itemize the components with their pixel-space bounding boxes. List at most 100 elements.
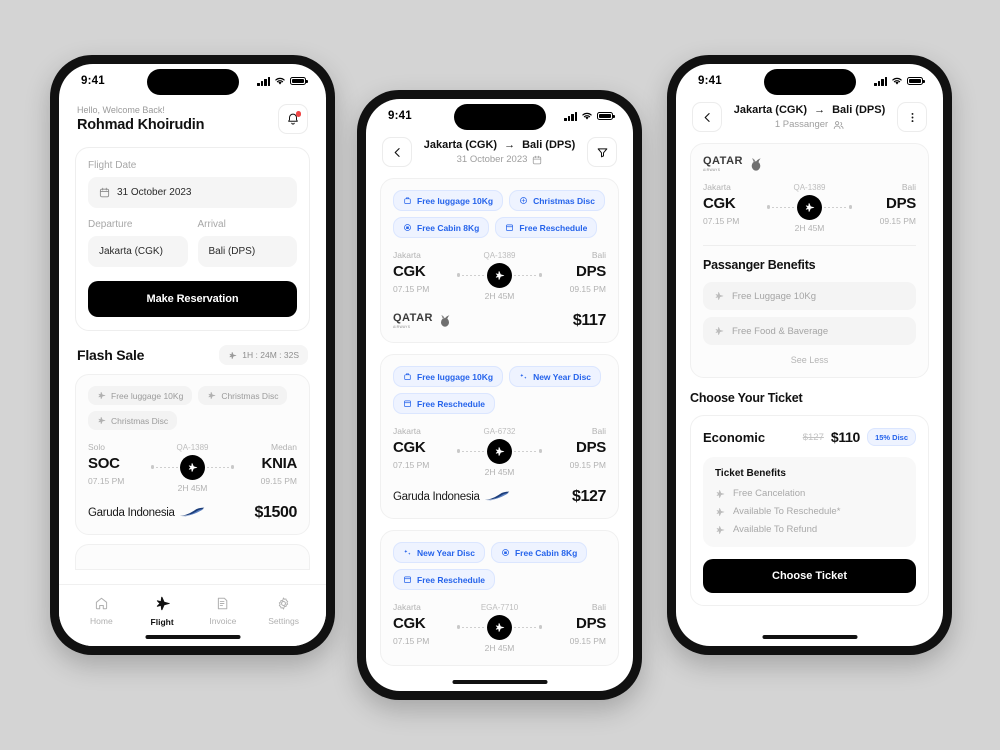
airline-subtext: AIRWAYS	[393, 325, 411, 329]
luggage-icon	[404, 373, 411, 380]
wifi-icon	[892, 77, 902, 85]
greeting-header: Hello, Welcome Back! Rohmad Khoirudin	[59, 98, 326, 134]
destination-time: 09.15 PM	[260, 476, 297, 486]
chip-label: Free Reschedule	[417, 398, 486, 409]
tab-invoice[interactable]: Invoice	[193, 596, 254, 626]
see-less-button[interactable]: See Less	[703, 355, 916, 365]
back-button[interactable]	[382, 137, 412, 167]
origin-city: Jakarta	[393, 426, 421, 436]
calendar-icon	[404, 400, 411, 407]
airline-subtext: AIRWAYS	[703, 168, 721, 172]
tab-home[interactable]: Home	[71, 596, 132, 626]
flash-sale-title: Flash Sale	[77, 347, 145, 363]
flight-card[interactable]: Free luggage 10Kg Christmas Disc Free Ca…	[380, 178, 619, 343]
flash-sale-card[interactable]: Free luggage 10Kg Christmas Disc Christm…	[75, 374, 310, 535]
choose-ticket-heading: Choose Your Ticket	[690, 391, 929, 405]
flight-benefit-chips: New Year Disc Free Cabin 8Kg Free Resche…	[393, 542, 606, 590]
plane-badge	[797, 194, 822, 220]
destination-code: DPS	[576, 615, 606, 632]
home-indicator	[762, 635, 857, 639]
luggage-icon	[404, 197, 411, 204]
arrival-input[interactable]: Bali (DPS)	[197, 236, 297, 267]
plane-icon	[229, 351, 237, 359]
route-title: Jakarta (CGK) → Bali (DPS)	[412, 139, 587, 151]
back-button[interactable]	[692, 102, 722, 132]
flight-route: Solo SOC 07.15 PM QA-1389 2H 45M Medan K…	[88, 442, 297, 493]
plane-icon	[716, 507, 725, 516]
benefit-label: Free Luggage 10Kg	[732, 290, 816, 302]
destination-time: 09.15 PM	[569, 284, 606, 294]
flash-sale-chips: Free luggage 10Kg Christmas Disc Christm…	[88, 386, 297, 430]
ticket-benefit-item: Free Cancelation	[715, 488, 904, 499]
status-time: 9:41	[81, 75, 105, 87]
make-reservation-button[interactable]: Make Reservation	[88, 281, 297, 317]
more-menu-button[interactable]	[897, 102, 927, 132]
cabin-bag-icon	[404, 224, 411, 231]
route-dot	[456, 449, 461, 453]
plane-icon	[495, 622, 505, 632]
route-to: Bali (DPS)	[832, 104, 886, 116]
notification-button[interactable]	[278, 104, 308, 134]
arrow-left-icon	[704, 112, 710, 122]
route-dash	[207, 466, 229, 468]
route-dash	[514, 274, 537, 276]
choose-ticket-button[interactable]: Choose Ticket	[703, 559, 916, 593]
route-dash	[514, 450, 537, 452]
benefit-chip: Christmas Disc	[88, 411, 178, 430]
route-dot	[766, 205, 771, 209]
benefit-label: Free Cancelation	[733, 488, 806, 499]
dynamic-island	[453, 104, 546, 130]
tab-flight[interactable]: Flight	[132, 595, 193, 627]
plane-icon	[715, 327, 724, 335]
route-dash	[462, 450, 485, 452]
flight-date-input[interactable]: 31 October 2023	[88, 177, 297, 208]
route-from: Jakarta (CGK)	[423, 139, 498, 151]
greeting-block: Hello, Welcome Back! Rohmad Khoirudin	[77, 105, 204, 133]
origin-code: CGK	[393, 439, 426, 456]
people-icon	[833, 120, 844, 129]
destination-time: 09.15 PM	[879, 216, 916, 226]
chip-label: New Year Disc	[417, 547, 475, 558]
airline-price-row: Garuda Indonesia $1500	[88, 504, 297, 522]
status-time: 9:41	[698, 75, 722, 87]
destination-city: Bali	[901, 182, 916, 192]
flight-duration: 2H 45M	[177, 483, 208, 493]
benefit-chip: New Year Disc	[393, 542, 485, 563]
airline-name: QATAR	[393, 312, 433, 324]
filter-button[interactable]	[587, 137, 617, 167]
tab-label: Flight	[150, 616, 174, 627]
flight-duration: 2H 45M	[484, 467, 515, 477]
departure-label: Departure	[88, 219, 133, 230]
flight-results-list: Free luggage 10Kg Christmas Disc Free Ca…	[366, 167, 633, 666]
airline-price-row: Garuda Indonesia $127	[393, 488, 606, 506]
sparkle-icon	[404, 549, 411, 555]
route-line	[150, 454, 235, 480]
ticket-new-price: $110	[830, 429, 861, 445]
route-date[interactable]: 31 October 2023	[412, 154, 587, 165]
passenger-benefits-section: Passanger Benefits Free Luggage 10Kg Fre…	[703, 258, 916, 365]
flight-duration: 2H 45M	[484, 291, 515, 301]
plane-badge	[487, 614, 512, 640]
flight-card[interactable]: New Year Disc Free Cabin 8Kg Free Resche…	[380, 530, 619, 666]
status-bar: 9:41	[366, 99, 633, 133]
battery-icon	[290, 76, 308, 86]
origin-city: Solo	[88, 442, 106, 452]
plane-icon	[495, 270, 505, 280]
flight-benefit-chips: Free luggage 10Kg New Year Disc Free Res…	[393, 366, 606, 414]
destination-code: DPS	[576, 263, 606, 280]
tab-settings[interactable]: Settings	[253, 596, 314, 626]
flight-price: $127	[572, 488, 606, 505]
plane-icon	[208, 391, 216, 400]
flight-card[interactable]: Free luggage 10Kg New Year Disc Free Res…	[380, 354, 619, 519]
screenshot-stage: 9:41 Hello, Welcome Back! Rohmad Khoirud…	[0, 0, 1000, 750]
route-line	[456, 614, 543, 640]
destination-time: 09.15 PM	[569, 636, 606, 646]
departure-input[interactable]: Jakarta (CGK)	[88, 236, 188, 267]
origin-time: 07.15 PM	[393, 284, 430, 294]
status-bar: 9:41	[676, 64, 943, 98]
chip-label: Christmas Disc	[111, 415, 169, 426]
ticket-option-card[interactable]: Economic $127 $110 15% Disc Ticket Benef…	[690, 415, 929, 606]
phone-flight-list-screen: 9:41 Jakarta (CGK) → Bali (DPS) 31 Octob…	[357, 90, 642, 700]
route-dash	[514, 626, 537, 628]
route-dot	[456, 273, 461, 277]
